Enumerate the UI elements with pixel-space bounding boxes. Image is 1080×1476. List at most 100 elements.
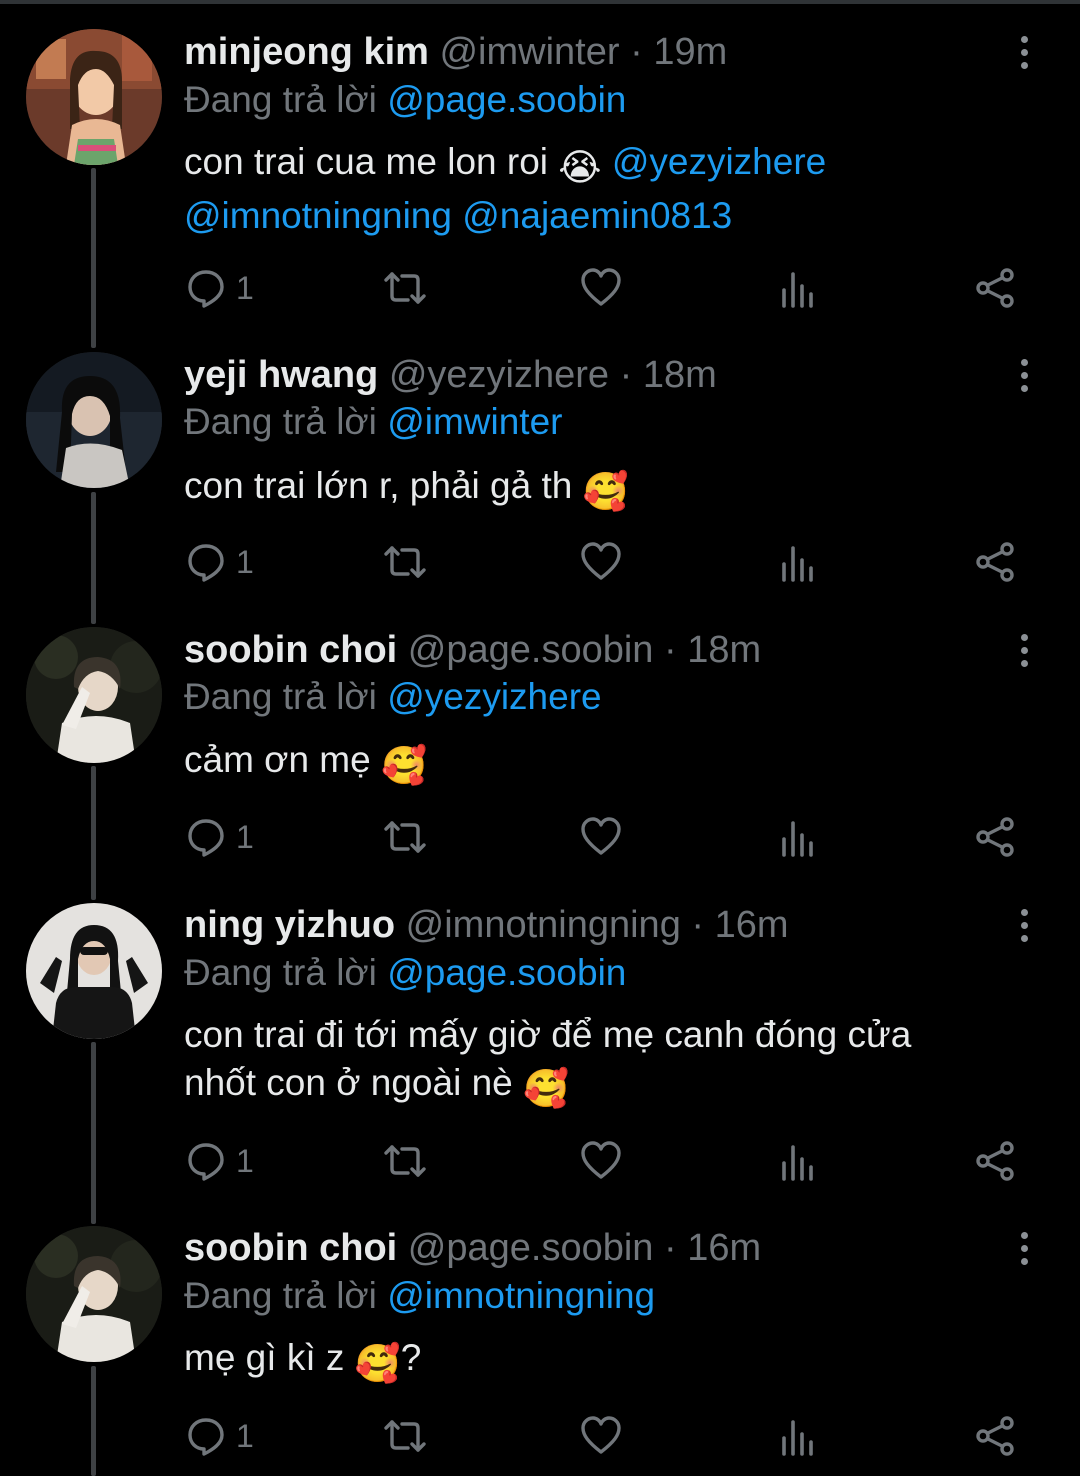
action-bar: 1 <box>0 532 1080 592</box>
tweet-text: con trai đi tới mấy giờ để mẹ canh đóng … <box>184 1011 1004 1113</box>
heart-icon <box>581 1416 621 1454</box>
tweet-header: soobin choi @page.soobin · 18m <box>184 626 990 674</box>
retweet-icon <box>384 1145 426 1177</box>
share-button[interactable] <box>974 1131 1016 1191</box>
mention-link[interactable]: @najaemin0813 <box>462 195 732 236</box>
reply-icon <box>188 819 224 857</box>
timestamp[interactable]: 16m <box>687 1227 761 1269</box>
views-icon <box>782 1420 813 1456</box>
more-vertical-icon[interactable] <box>1008 1224 1040 1272</box>
share-button[interactable] <box>974 807 1016 867</box>
replying-to-mention[interactable]: @page.soobin <box>387 952 626 993</box>
display-name[interactable]: soobin choi <box>184 1227 397 1269</box>
replying-to: Đang trả lời @page.soobin <box>184 77 626 123</box>
display-name[interactable]: yeji hwang <box>184 354 378 396</box>
share-icon <box>976 817 1014 857</box>
separator: · <box>619 354 633 396</box>
mention-link[interactable]: @imnotningning <box>184 195 452 236</box>
timestamp[interactable]: 19m <box>653 31 727 73</box>
more-vertical-icon[interactable] <box>1008 28 1040 76</box>
display-name[interactable]: minjeong kim <box>184 31 429 73</box>
retweet-button[interactable] <box>382 807 428 867</box>
timestamp[interactable]: 18m <box>643 354 717 396</box>
share-button[interactable] <box>974 258 1016 318</box>
share-button[interactable] <box>974 532 1016 592</box>
tweet-text-segment: mẹ gì kì z <box>184 1337 345 1378</box>
user-handle[interactable]: @imnotningning <box>406 904 681 946</box>
replying-to: Đang trả lời @page.soobin <box>184 950 626 996</box>
views-button[interactable] <box>780 1406 816 1466</box>
reply-button[interactable]: 1 <box>186 807 254 867</box>
tweet-header: ning yizhuo @imnotningning · 16m <box>184 901 990 949</box>
display-name[interactable]: soobin choi <box>184 629 397 671</box>
action-bar: 1 <box>0 807 1080 867</box>
views-button[interactable] <box>780 807 816 867</box>
avatar[interactable] <box>26 627 162 763</box>
action-bar: 1 <box>0 1406 1080 1466</box>
retweet-button[interactable] <box>382 532 428 592</box>
tweet-text: con trai cua me lon roi 😭 @yezyizhere @i… <box>184 138 1004 240</box>
reply-button[interactable]: 1 <box>186 258 254 318</box>
heart-icon <box>581 542 621 580</box>
retweet-button[interactable] <box>382 1406 428 1466</box>
reply-button[interactable]: 1 <box>186 532 254 592</box>
avatar[interactable] <box>26 1226 162 1362</box>
action-bar: 1 <box>0 1131 1080 1191</box>
like-button[interactable] <box>580 1406 622 1466</box>
views-button[interactable] <box>780 532 816 592</box>
heart-icon <box>581 268 621 306</box>
replying-to-mention[interactable]: @yezyizhere <box>387 676 601 717</box>
like-button[interactable] <box>580 258 622 318</box>
replying-to: Đang trả lời @imnotningning <box>184 1273 655 1319</box>
reply-icon <box>188 544 224 582</box>
tweet-text: cảm ơn mẹ 🥰 <box>184 736 1004 790</box>
user-handle[interactable]: @page.soobin <box>408 1227 654 1269</box>
replying-to-mention[interactable]: @imnotningning <box>387 1275 655 1316</box>
reply-icon <box>188 1143 224 1181</box>
replying-to: Đang trả lời @yezyizhere <box>184 674 602 720</box>
reply-button[interactable]: 1 <box>186 1406 254 1466</box>
reply-button[interactable]: 1 <box>186 1131 254 1191</box>
replying-prefix: Đang trả lời <box>184 401 377 442</box>
more-vertical-icon[interactable] <box>1008 901 1040 949</box>
like-button[interactable] <box>580 532 622 592</box>
reply-icon <box>188 270 224 308</box>
replying-prefix: Đang trả lời <box>184 79 377 120</box>
replying-to-mention[interactable]: @page.soobin <box>387 79 626 120</box>
avatar[interactable] <box>26 29 162 165</box>
mention-link[interactable]: @yezyizhere <box>612 141 826 182</box>
display-name[interactable]: ning yizhuo <box>184 904 395 946</box>
retweet-button[interactable] <box>382 258 428 318</box>
tweet-header: minjeong kim @imwinter · 19m <box>184 28 990 76</box>
avatar[interactable] <box>26 352 162 488</box>
user-handle[interactable]: @yezyizhere <box>389 354 609 396</box>
views-button[interactable] <box>780 258 816 318</box>
separator: · <box>630 31 643 73</box>
views-button[interactable] <box>780 1131 816 1191</box>
reply-thread: minjeong kim @imwinter · 19m Đang trả lờ… <box>0 0 1080 1476</box>
replying-to-mention[interactable]: @imwinter <box>387 401 562 442</box>
user-handle[interactable]: @page.soobin <box>408 629 654 671</box>
like-button[interactable] <box>580 807 622 867</box>
avatar[interactable] <box>26 903 162 1039</box>
smiling-face-with-hearts-emoji: 🥰 <box>523 1068 570 1109</box>
views-icon <box>782 1145 813 1181</box>
user-handle[interactable]: @imwinter <box>439 31 619 73</box>
tweet-text: mẹ gì kì z 🥰? <box>184 1334 1004 1388</box>
retweet-button[interactable] <box>382 1131 428 1191</box>
smiling-face-with-hearts-emoji: 🥰 <box>582 471 629 512</box>
share-button[interactable] <box>974 1406 1016 1466</box>
timestamp[interactable]: 16m <box>715 904 789 946</box>
separator: · <box>664 1227 677 1269</box>
timestamp[interactable]: 18m <box>687 629 761 671</box>
more-vertical-icon[interactable] <box>1008 626 1040 674</box>
retweet-icon <box>384 272 426 304</box>
tweet-text-segment: cảm ơn mẹ <box>184 739 371 780</box>
replying-to: Đang trả lời @imwinter <box>184 399 563 445</box>
more-vertical-icon[interactable] <box>1008 351 1040 399</box>
loudly-crying-emoji: 😭 <box>558 147 602 188</box>
reply-count: 1 <box>236 818 254 855</box>
tweet-header: yeji hwang @yezyizhere · 18m <box>184 351 990 399</box>
separator: · <box>664 629 677 671</box>
like-button[interactable] <box>580 1131 622 1191</box>
